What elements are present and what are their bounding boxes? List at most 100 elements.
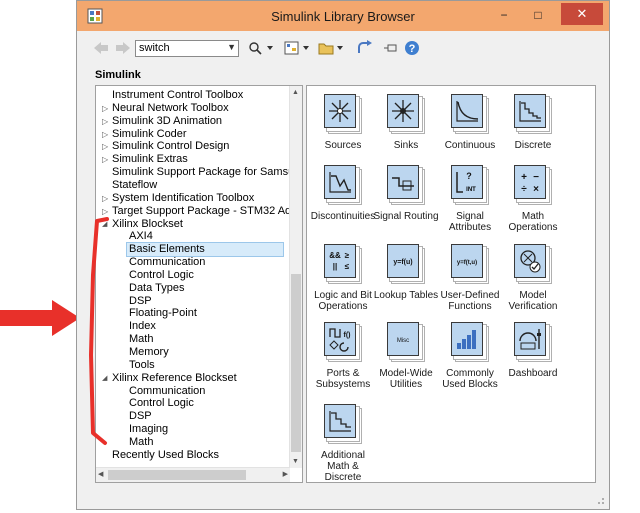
library-block[interactable]: Discrete [500,94,566,151]
block-icon-stack[interactable] [324,404,362,444]
library-block[interactable]: Signal Routing [373,165,439,222]
collapsed-arrow-icon[interactable]: ▷ [102,192,108,205]
additional-math-icon[interactable] [324,404,356,438]
library-block[interactable]: Commonly Used Blocks [437,322,503,390]
tree-subitem[interactable]: DSP [129,295,152,308]
tree-item[interactable]: ◢ Xilinx Reference Blockset [102,372,237,385]
sources-icon[interactable] [324,94,356,128]
commonly-used-icon[interactable] [451,322,483,356]
resize-grip-icon[interactable] [595,495,605,505]
tree-subitem[interactable]: Data Types [129,282,184,295]
library-block[interactable]: Additional Math & Discrete [310,404,376,482]
block-icon-stack[interactable]: + − ÷ × [514,165,552,205]
block-icon-stack[interactable] [514,94,552,134]
tree-subitem[interactable]: Index [129,320,156,333]
library-block[interactable]: y=f(t,u) User-Defined Functions [437,244,503,312]
tree-item[interactable]: Recently Used Blocks [112,449,219,462]
library-block[interactable]: Sources [310,94,376,151]
library-block[interactable]: Continuous [437,94,503,151]
model-wide-icon[interactable]: Misc [387,322,419,356]
tree-scroll-thumb[interactable] [291,274,301,452]
library-block[interactable]: ? INT Signal Attributes [437,165,503,233]
tree-subitem[interactable]: Communication [129,385,205,398]
block-icon-stack[interactable]: y=f(u) [387,244,425,284]
tree-subitem[interactable]: Control Logic [129,397,194,410]
signal-routing-icon[interactable] [387,165,419,199]
tree-item[interactable]: ◢ Xilinx Blockset [102,218,183,231]
library-block[interactable]: y=f(u) Lookup Tables [373,244,439,301]
user-defined-icon[interactable]: y=f(t,u) [451,244,483,278]
block-icon-stack[interactable]: f() [324,322,362,362]
tree-item[interactable]: ▷ Simulink Extras [102,153,188,166]
math-operations-icon[interactable]: + − ÷ × [514,165,546,199]
library-block[interactable]: Sinks [373,94,439,151]
scroll-left-icon[interactable]: ◀ [98,470,103,478]
tree-subitem[interactable]: Math [129,436,153,449]
collapsed-arrow-icon[interactable]: ▷ [102,128,108,141]
scroll-down-icon[interactable]: ▼ [292,458,299,465]
library-block[interactable]: Model Verification [500,244,566,312]
back-button[interactable] [93,39,109,57]
new-model-button[interactable] [283,39,313,57]
collapsed-arrow-icon[interactable]: ▷ [102,102,108,115]
block-icon-stack[interactable]: && || ≥ ≤ [324,244,362,284]
tree-item[interactable]: ▷ Simulink Control Design [102,140,229,153]
lookup-tables-icon[interactable]: y=f(u) [387,244,419,278]
library-block[interactable]: && || ≥ ≤ Logic and Bit Operations [310,244,376,312]
tree-item[interactable]: ▷ Target Support Package - STM32 Adapter [102,205,302,218]
maximize-button[interactable]: □ [525,6,551,24]
collapsed-arrow-icon[interactable]: ▷ [102,140,108,153]
dashboard-icon[interactable] [514,322,546,356]
block-icon-stack[interactable] [451,94,489,134]
library-block[interactable]: Misc Model-Wide Utilities [373,322,439,390]
block-icon-stack[interactable]: Misc [387,322,425,362]
block-icon-stack[interactable] [451,322,489,362]
tree-item[interactable]: ▷ System Identification Toolbox [102,192,254,205]
library-block[interactable]: + − ÷ × Math Operations [500,165,566,233]
tree-subitem[interactable]: Math [129,333,153,346]
library-block[interactable]: Dashboard [500,322,566,379]
block-icon-stack[interactable]: ? INT [451,165,489,205]
block-icon-stack[interactable] [387,165,425,205]
tree-hscroll-thumb[interactable] [108,470,246,480]
block-icon-stack[interactable]: y=f(t,u) [451,244,489,284]
tree-subitem[interactable]: Basic Elements [126,242,284,258]
block-icon-stack[interactable] [324,165,362,205]
scroll-up-icon[interactable]: ▲ [292,89,299,96]
model-verification-icon[interactable] [514,244,546,278]
tree-item[interactable]: ▷ Simulink Coder [102,128,187,141]
tree-subitem[interactable]: Control Logic [129,269,194,282]
tree-vertical-scrollbar[interactable]: ▲ ▼ [289,86,302,468]
scroll-right-icon[interactable]: ▶ [283,470,288,478]
help-button[interactable]: ? [403,39,421,57]
block-icon-stack[interactable] [514,244,552,284]
block-icon-stack[interactable] [514,322,552,362]
close-button[interactable]: ✕ [561,3,603,25]
block-icon-stack[interactable] [387,94,425,134]
collapsed-arrow-icon[interactable]: ▷ [102,115,108,128]
tree-subitem[interactable]: Memory [129,346,169,359]
discontinuities-icon[interactable] [324,165,356,199]
discrete-icon[interactable] [514,94,546,128]
tree-item[interactable]: Simulink Support Package for Samsung GA [112,166,302,179]
open-button[interactable] [317,39,347,57]
search-dropdown-icon[interactable]: ▼ [227,42,236,52]
search-input[interactable] [136,41,222,55]
link-button[interactable] [355,39,373,57]
tree-item[interactable]: ▷ Neural Network Toolbox [102,102,229,115]
forward-button[interactable] [115,39,131,57]
library-block[interactable]: Discontinuities [310,165,376,222]
continuous-icon[interactable] [451,94,483,128]
tree-subitem[interactable]: Imaging [129,423,168,436]
tree-subitem[interactable]: Floating-Point [129,307,197,320]
sinks-icon[interactable] [387,94,419,128]
tree-subitem[interactable]: Tools [129,359,155,372]
tree-subitem[interactable]: DSP [129,410,152,423]
search-field[interactable]: ▼ [135,40,239,57]
tree-subitem[interactable]: Communication [129,256,205,269]
tree-horizontal-scrollbar[interactable]: ◀ ▶ [96,467,290,482]
block-icon-stack[interactable] [324,94,362,134]
find-button[interactable] [247,39,275,57]
library-block[interactable]: f() Ports & Subsystems [310,322,376,390]
tree-item[interactable]: Stateflow [112,179,157,192]
